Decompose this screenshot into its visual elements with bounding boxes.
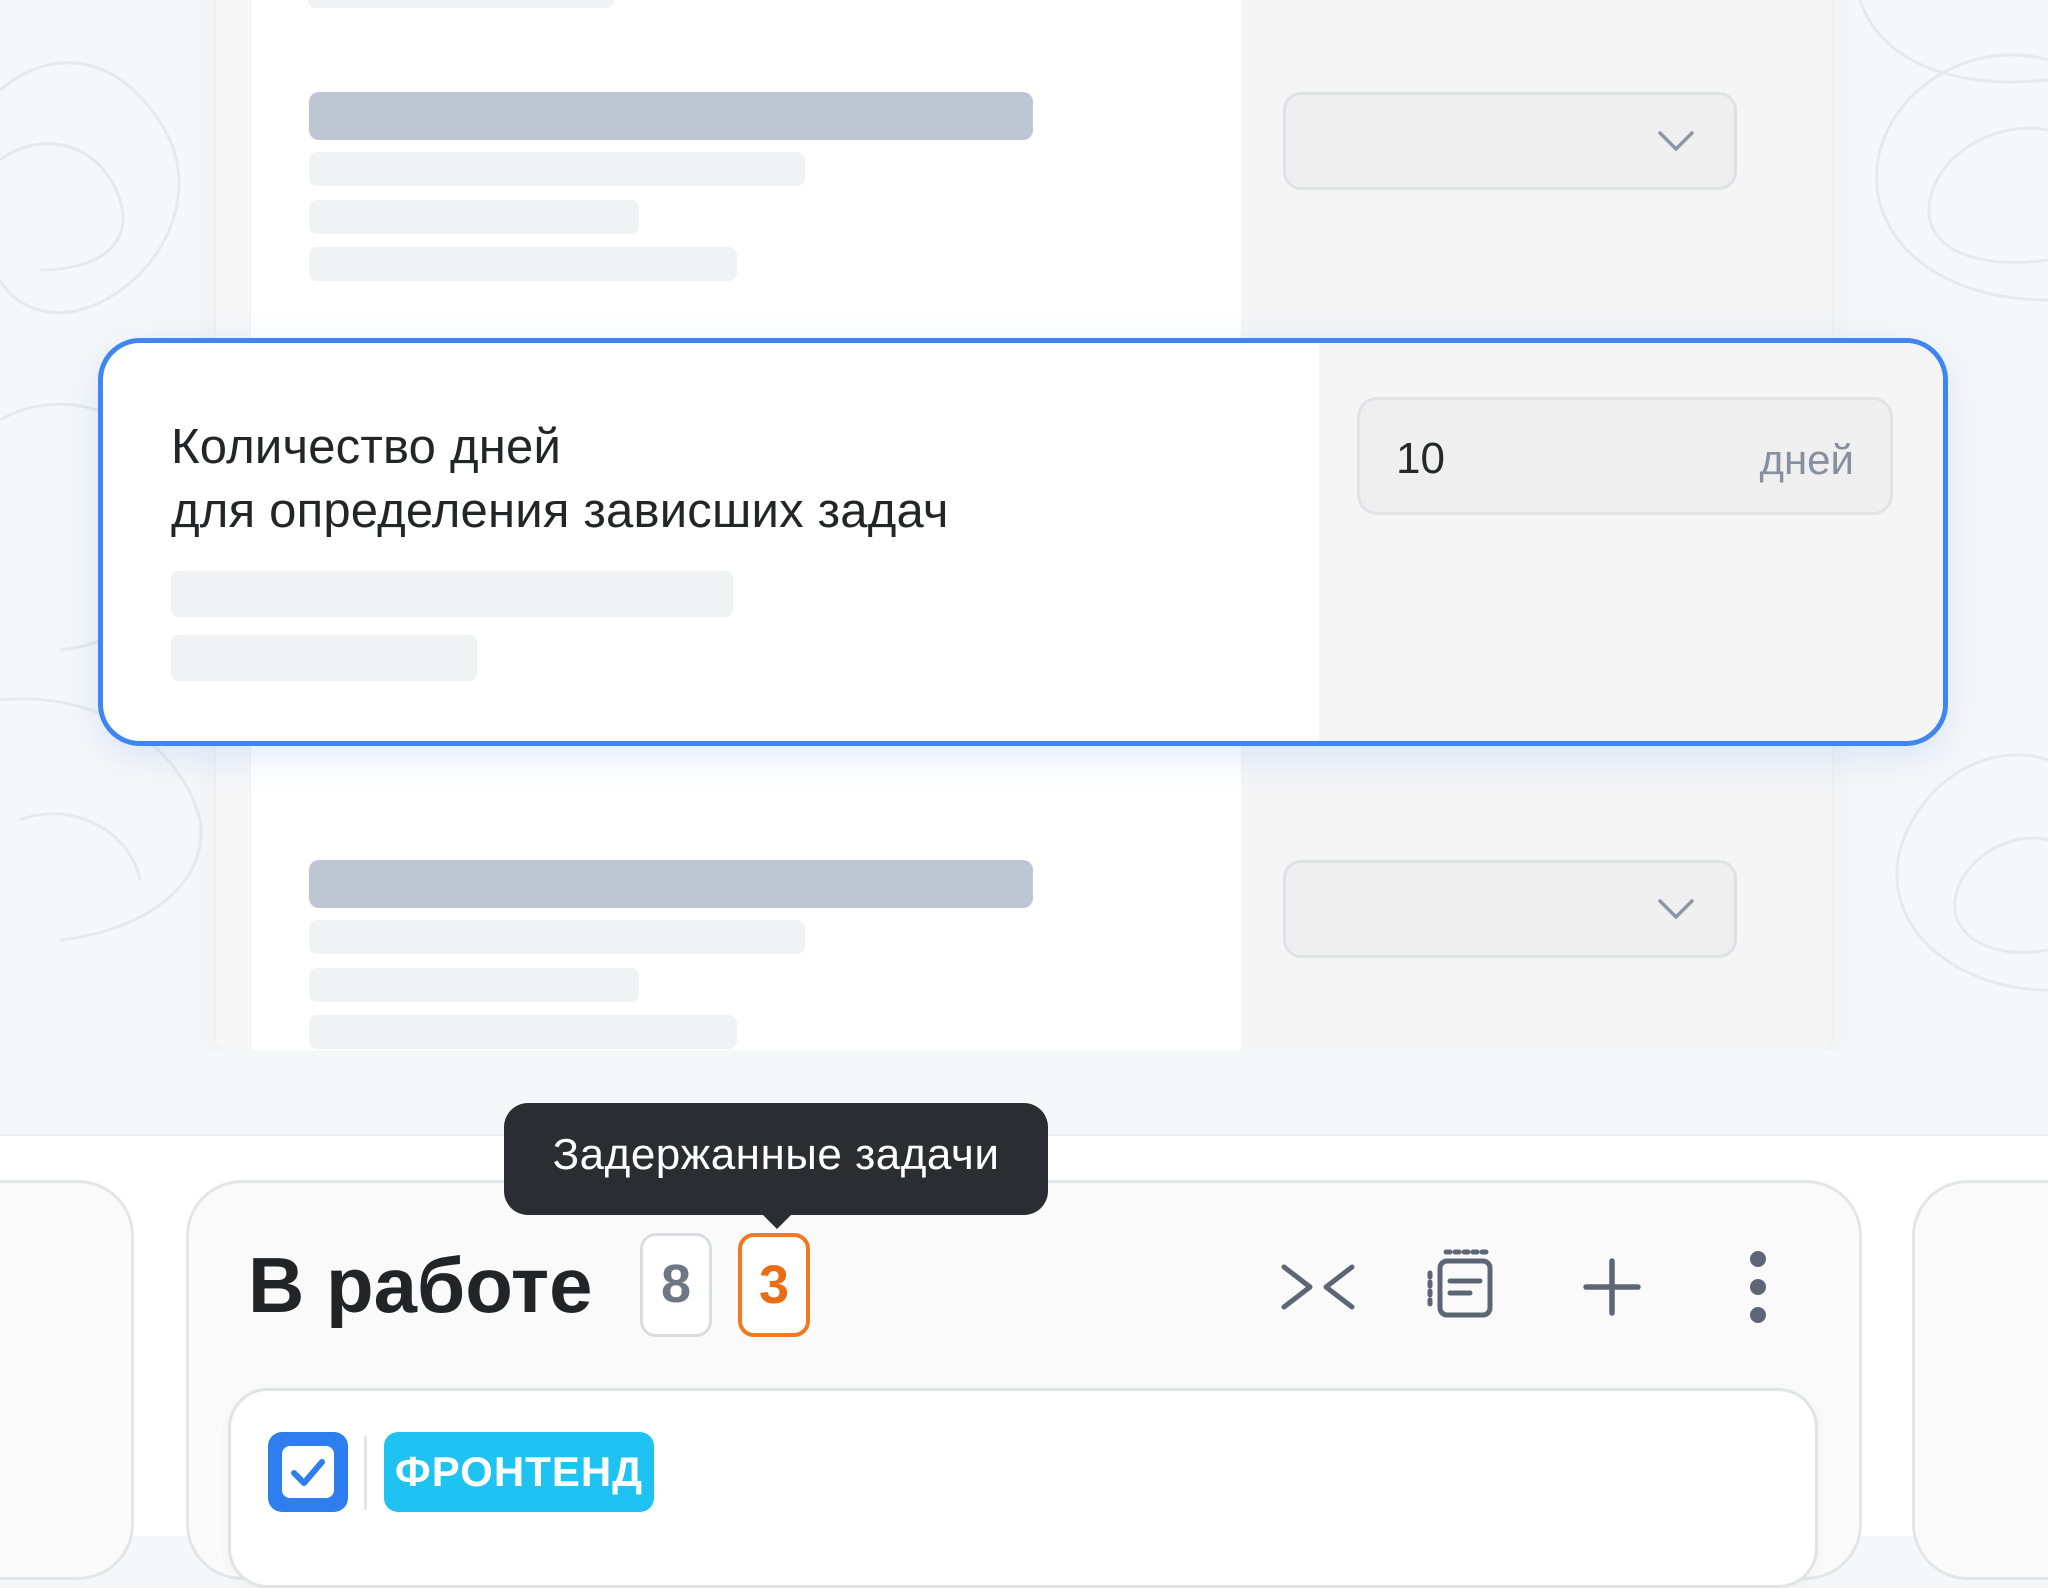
backlog-icon[interactable] [1424, 1247, 1504, 1327]
skeleton-description [171, 635, 477, 681]
skeleton-title [309, 92, 1033, 140]
divider [364, 1436, 367, 1510]
plus-icon[interactable] [1572, 1247, 1652, 1327]
stale-task-days-setting: Количество дней для определения зависших… [98, 338, 1948, 746]
kanban-column-previous [0, 1180, 134, 1580]
skeleton-line [308, 0, 614, 8]
setting-title-line-2: для определения зависших задач [171, 484, 949, 538]
kanban-column-next [1912, 1180, 2048, 1580]
days-number-input[interactable]: 10 дней [1357, 397, 1893, 515]
skeleton-line [309, 968, 639, 1002]
setting-title-line-1: Количество дней [171, 420, 562, 474]
chevron-down-icon [1658, 899, 1694, 919]
skeleton-line [309, 1015, 737, 1049]
skeleton-description [171, 571, 733, 617]
task-checkbox[interactable] [268, 1432, 348, 1512]
checkbox-box [282, 1446, 334, 1498]
setting-select[interactable] [1283, 92, 1737, 190]
days-unit-label: дней [1759, 436, 1854, 483]
checkmark-icon [291, 1459, 325, 1486]
skeleton-title [309, 860, 1033, 908]
task-tag[interactable]: ФРОНТЕНД [384, 1432, 654, 1512]
skeleton-line [309, 247, 737, 281]
skeleton-line [309, 200, 639, 234]
delayed-tasks-badge[interactable]: 3 [738, 1233, 810, 1337]
days-value: 10 [1396, 434, 1445, 483]
delayed-tasks-tooltip: Задержанные задачи [504, 1103, 1048, 1215]
more-vertical-icon[interactable] [1718, 1247, 1798, 1327]
task-count-badge: 8 [640, 1233, 712, 1337]
skeleton-line [309, 152, 805, 186]
setting-title: Количество дней для определения зависших… [171, 415, 1271, 543]
skeleton-line [309, 920, 805, 954]
chevron-down-icon [1658, 131, 1694, 151]
column-title: В работе [248, 1241, 593, 1329]
setting-select[interactable] [1283, 860, 1737, 958]
tooltip-arrow [761, 1213, 793, 1229]
collapse-icon[interactable] [1278, 1247, 1358, 1327]
